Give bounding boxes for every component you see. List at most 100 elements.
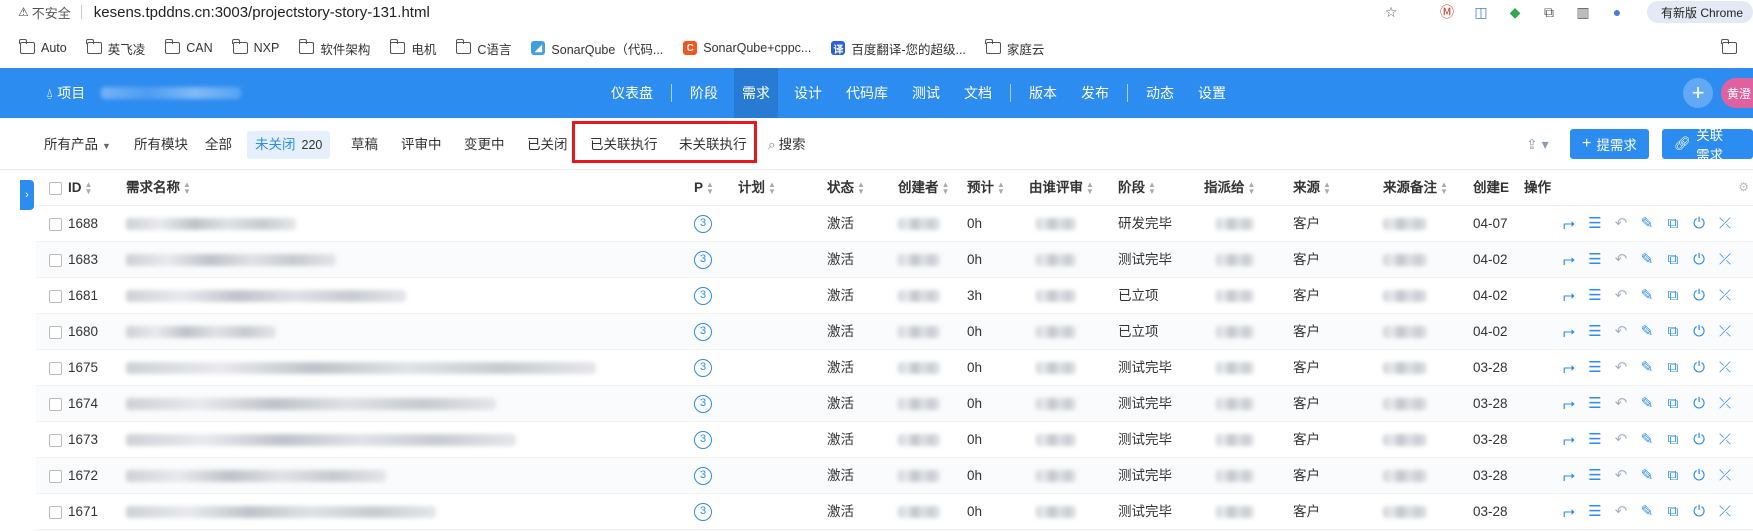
review-icon[interactable]: ☰ [1586, 287, 1604, 305]
table-row[interactable]: 1674 3 激活 0h 测试完毕 客户 03-28 ⮣ ☰ ↶ ✎ ⧉ ⏻ ⤫ [36, 386, 1753, 422]
profile-icon[interactable]: ● [1607, 2, 1627, 22]
filter-draft[interactable]: 草稿 [351, 131, 378, 159]
close-power-icon[interactable]: ⏻ [1690, 395, 1708, 413]
review-icon[interactable]: ☰ [1586, 431, 1604, 449]
filter-reviewing[interactable]: 评审中 [401, 131, 442, 159]
change-icon[interactable]: ⮣ [1560, 503, 1578, 521]
col-id[interactable]: ID ▲ ▼ [68, 170, 92, 206]
unlink-icon[interactable]: ⤫ [1716, 251, 1734, 269]
bookmark-star-icon[interactable]: ☆ [1381, 2, 1401, 22]
nav-dashboard[interactable]: 仪表盘 [603, 68, 661, 118]
col-estimate[interactable]: 预计 ▲ ▼ [967, 170, 1005, 206]
undo-icon[interactable]: ↶ [1612, 359, 1630, 377]
undo-icon[interactable]: ↶ [1612, 323, 1630, 341]
filter-closed[interactable]: 已关闭 [527, 131, 568, 159]
add-requirement-button[interactable]: + 提需求 [1570, 129, 1649, 159]
table-row[interactable]: 1688 3 激活 0h 研发完毕 客户 04-07 ⮣ ☰ ↶ ✎ ⧉ ⏻ ⤫ [36, 206, 1753, 242]
undo-icon[interactable]: ↶ [1612, 215, 1630, 233]
link-requirement-button[interactable]: 🔗︎ 关联需求 [1662, 128, 1753, 163]
bookmark-software-arch[interactable]: 软件架构 [298, 39, 370, 58]
col-plan[interactable]: 计划 ▲ ▼ [738, 170, 776, 206]
review-icon[interactable]: ☰ [1586, 215, 1604, 233]
nav-repository[interactable]: 代码库 [838, 68, 896, 118]
bookmark-home-cloud[interactable]: 家庭云 [985, 39, 1044, 58]
undo-icon[interactable]: ↶ [1612, 431, 1630, 449]
nav-activity[interactable]: 动态 [1138, 68, 1182, 118]
bookmark-nxp[interactable]: NXP [232, 39, 279, 55]
table-row[interactable]: 1672 3 激活 0h 测试完毕 客户 03-28 ⮣ ☰ ↶ ✎ ⧉ ⏻ ⤫ [36, 458, 1753, 494]
row-checkbox[interactable] [49, 434, 62, 447]
unlink-icon[interactable]: ⤫ [1716, 323, 1734, 341]
search-toggle[interactable]: ⌕ 搜索 [768, 131, 806, 159]
review-icon[interactable]: ☰ [1586, 359, 1604, 377]
row-name-redacted[interactable] [126, 434, 516, 446]
change-icon[interactable]: ⮣ [1560, 215, 1578, 233]
url-field[interactable]: kesens.tpddns.cn:3003/projectstory-story… [94, 4, 430, 21]
nav-requirements[interactable]: 需求 [734, 68, 778, 118]
review-icon[interactable]: ☰ [1586, 395, 1604, 413]
row-checkbox[interactable] [49, 218, 62, 231]
change-icon[interactable]: ⮣ [1560, 359, 1578, 377]
bookmark-auto[interactable]: Auto [19, 39, 67, 55]
col-source[interactable]: 来源 ▲ ▼ [1293, 170, 1331, 206]
col-reviewer[interactable]: 由谁评审 ▲ ▼ [1029, 170, 1094, 206]
row-checkbox[interactable] [49, 362, 62, 375]
bookmark-overflow-folder[interactable] [1721, 39, 1743, 54]
change-icon[interactable]: ⮣ [1560, 431, 1578, 449]
row-checkbox[interactable] [49, 470, 62, 483]
close-power-icon[interactable]: ⏻ [1690, 287, 1708, 305]
edit-icon[interactable]: ✎ [1638, 287, 1656, 305]
batch-create-icon[interactable]: ⧉ [1664, 287, 1682, 305]
col-stage[interactable]: 阶段 ▲ ▼ [1118, 170, 1156, 206]
undo-icon[interactable]: ↶ [1612, 287, 1630, 305]
col-assignee[interactable]: 指派给 ▲ ▼ [1204, 170, 1255, 206]
close-power-icon[interactable]: ⏻ [1690, 467, 1708, 485]
filter-all[interactable]: 全部 [205, 131, 232, 159]
change-icon[interactable]: ⮣ [1560, 395, 1578, 413]
nav-stage[interactable]: 阶段 [682, 68, 726, 118]
edit-icon[interactable]: ✎ [1638, 251, 1656, 269]
close-power-icon[interactable]: ⏻ [1690, 251, 1708, 269]
export-icon[interactable]: ⇪ ▾ [1526, 136, 1549, 153]
review-icon[interactable]: ☰ [1586, 251, 1604, 269]
nav-test[interactable]: 测试 [904, 68, 948, 118]
extensions-puzzle-icon[interactable]: ⧉ [1539, 2, 1559, 22]
table-row[interactable]: 1675 3 激活 0h 测试完毕 客户 03-28 ⮣ ☰ ↶ ✎ ⧉ ⏻ ⤫ [36, 350, 1753, 386]
row-name-redacted[interactable] [126, 218, 296, 230]
table-row[interactable]: 1681 3 激活 3h 已立项 客户 04-02 ⮣ ☰ ↶ ✎ ⧉ ⏻ ⤫ [36, 278, 1753, 314]
user-avatar[interactable]: 黄澄 [1721, 78, 1753, 108]
unlink-icon[interactable]: ⤫ [1716, 359, 1734, 377]
edit-icon[interactable]: ✎ [1638, 503, 1656, 521]
nav-release[interactable]: 发布 [1073, 68, 1117, 118]
row-name-redacted[interactable] [126, 326, 276, 338]
col-source-note[interactable]: 来源备注 ▲ ▼ [1383, 170, 1448, 206]
bookmark-sonarqube-cppcheck[interactable]: C SonarQube+cppc... [683, 41, 811, 55]
undo-icon[interactable]: ↶ [1612, 251, 1630, 269]
filter-all-products[interactable]: 所有产品 ▼ [44, 131, 111, 159]
sidebar-toggle-chevron-icon[interactable]: › [20, 180, 34, 210]
row-name-redacted[interactable] [126, 470, 386, 482]
col-status[interactable]: 状态 ▲ ▼ [827, 170, 865, 206]
bookmark-can[interactable]: CAN [164, 39, 213, 55]
col-creator[interactable]: 创建者 ▲ ▼ [898, 170, 949, 206]
change-icon[interactable]: ⮣ [1560, 251, 1578, 269]
edit-icon[interactable]: ✎ [1638, 467, 1656, 485]
bookmark-baidu-translate[interactable]: 译百度翻译-您的超级... [831, 39, 966, 58]
unlink-icon[interactable]: ⤫ [1716, 431, 1734, 449]
change-icon[interactable]: ⮣ [1560, 323, 1578, 341]
row-checkbox[interactable] [49, 290, 62, 303]
edit-icon[interactable]: ✎ [1638, 431, 1656, 449]
bookmark-infineon[interactable]: 英飞凌 [86, 39, 145, 58]
table-settings-gear-icon[interactable]: ⚙ [1738, 180, 1749, 194]
edit-icon[interactable]: ✎ [1638, 215, 1656, 233]
col-name[interactable]: 需求名称 ▲ ▼ [126, 170, 191, 206]
change-icon[interactable]: ⮣ [1560, 467, 1578, 485]
row-checkbox[interactable] [49, 326, 62, 339]
security-indicator[interactable]: ⚠ 不安全 [18, 3, 71, 22]
bookmark-motor[interactable]: 电机 [389, 39, 436, 58]
row-name-redacted[interactable] [126, 398, 496, 410]
shield-extension-icon[interactable]: ◆ [1505, 2, 1525, 22]
unlink-icon[interactable]: ⤫ [1716, 395, 1734, 413]
table-row[interactable]: 1683 3 激活 0h 测试完毕 客户 04-02 ⮣ ☰ ↶ ✎ ⧉ ⏻ ⤫ [36, 242, 1753, 278]
row-checkbox[interactable] [49, 398, 62, 411]
